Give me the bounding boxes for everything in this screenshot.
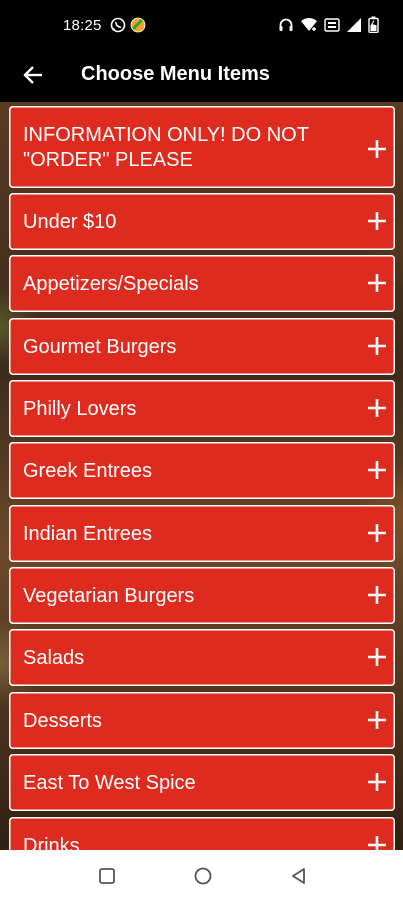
menu-category-greek-entrees[interactable]: Greek Entrees [9,442,395,499]
menu-category-label: Gourmet Burgers [23,336,177,358]
plus-icon [368,711,386,729]
home-button[interactable] [191,864,215,888]
plus-icon [368,461,386,479]
menu-category-east-to-west-spice[interactable]: East To West Spice [9,754,395,811]
menu-category-label: INFORMATION ONLY! DO NOT "ORDER" PLEASE [23,124,309,171]
menu-category-salads[interactable]: Salads [9,629,395,686]
system-navigation-bar [0,850,403,900]
menu-category-philly-lovers[interactable]: Philly Lovers [9,380,395,437]
status-system-icons [278,16,379,33]
recents-button[interactable] [95,864,119,888]
recents-square-icon [99,868,115,884]
plus-icon [368,337,386,355]
menu-category-drinks[interactable]: Drinks [9,817,395,850]
menu-category-label: Vegetarian Burgers [23,585,195,607]
arrow-left-icon [22,64,44,91]
menu-category-label: Drinks [23,835,80,850]
home-circle-icon [194,867,212,885]
status-bar: 18:25 [0,0,403,52]
signal-icon [346,17,362,33]
menu-category-label: Indian Entrees [23,523,152,545]
app-notification-icon [130,17,146,33]
plus-icon [368,773,386,791]
plus-icon [368,836,386,850]
menu-category-desserts[interactable]: Desserts [9,692,395,749]
status-time: 18:25 [63,17,102,34]
menu-category-under-10[interactable]: Under $10 [9,193,395,250]
screen: 18:25 Choose Menu Items INFORMATION ONLY… [0,0,403,900]
menu-category-label: Philly Lovers [23,398,137,420]
plus-icon [368,586,386,604]
menu-category-label: Under $10 [23,211,117,233]
plus-icon [368,524,386,542]
menu-category-label: Salads [23,647,85,669]
status-notification-icons [110,17,146,33]
menu-category-label: East To West Spice [23,772,196,794]
back-button[interactable] [18,62,48,92]
menu-category-appetizers-specials[interactable]: Appetizers/Specials [9,255,395,312]
page-title: Choose Menu Items [81,63,270,85]
menu-category-indian-entrees[interactable]: Indian Entrees [9,505,395,562]
plus-icon [368,274,386,292]
menu-category-vegetarian-burgers[interactable]: Vegetarian Burgers [9,567,395,624]
plus-icon [368,648,386,666]
plus-icon [368,399,386,417]
plus-icon [368,212,386,230]
wifi-icon [300,17,318,33]
menu-category-information-only[interactable]: INFORMATION ONLY! DO NOT "ORDER" PLEASE [9,106,395,188]
menu-category-label: Desserts [23,710,102,732]
menu-category-gourmet-burgers[interactable]: Gourmet Burgers [9,318,395,375]
app-bar: Choose Menu Items [0,52,403,102]
plus-icon [368,140,386,158]
back-triangle-icon [292,868,305,884]
headphones-icon [278,17,294,33]
menu-content[interactable]: INFORMATION ONLY! DO NOT "ORDER" PLEASE … [0,102,403,850]
battery-icon [368,16,379,33]
system-back-button[interactable] [287,864,311,888]
menu-category-label: Greek Entrees [23,460,152,482]
whatsapp-icon [110,17,126,33]
menu-category-label: Appetizers/Specials [23,273,199,295]
volte-icon [324,17,340,33]
